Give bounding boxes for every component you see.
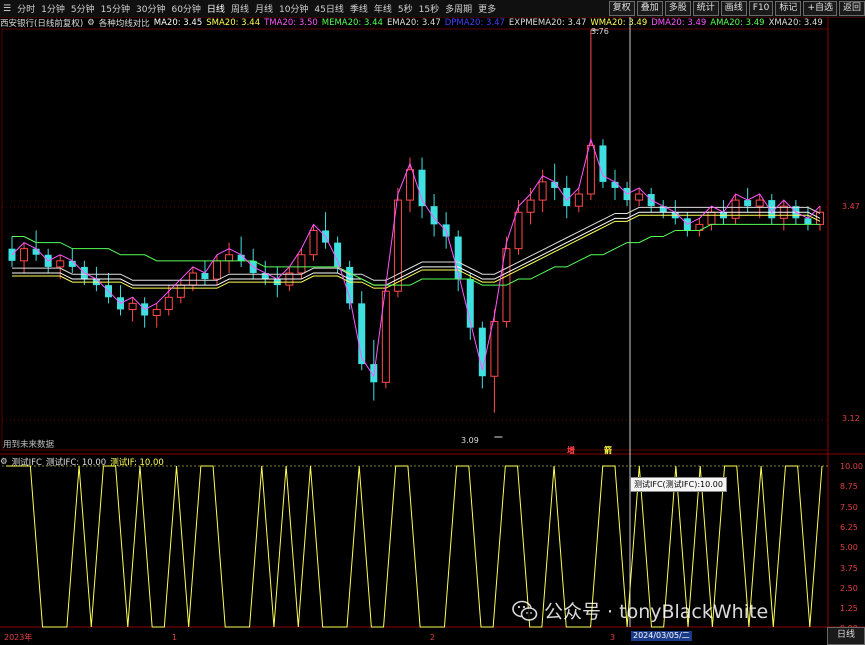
chart-canvas[interactable]: 2023年 1 2 3 <box>0 0 865 644</box>
candle-body-14 <box>176 284 185 298</box>
min-price-label: 3.09 <box>461 436 479 445</box>
sub-axis-label-2: 7.50 <box>840 502 858 512</box>
sub-axis-label-7: 1.25 <box>840 604 858 614</box>
watermark: 公众号 · tonyBlackWhite <box>512 597 768 624</box>
sub-axis-label-3: 6.25 <box>840 522 858 532</box>
candle-body-27 <box>334 242 342 267</box>
sub-settings-icon[interactable]: ⚙ <box>0 457 8 467</box>
candle-body-33 <box>405 169 414 201</box>
time-label-2: 2 <box>430 633 435 642</box>
mema20-line <box>12 223 820 286</box>
candle-body-15 <box>188 272 197 286</box>
sub-axis-label-0: 10.00 <box>840 462 863 471</box>
sub-axis-label-1: 8.75 <box>840 482 858 492</box>
sub-axis-label-6: 2.50 <box>840 583 858 593</box>
dma20-line <box>11 137 821 378</box>
candle-body-44 <box>538 181 547 201</box>
max-price-label: 3.76 <box>591 27 609 36</box>
sub-indicator-name[interactable]: 测试IFC <box>12 456 42 468</box>
candle-body-47 <box>574 193 583 207</box>
sell-signal: 箭 <box>604 446 612 455</box>
indicator-tooltip: 测试IFC(测试IFC):10.00 <box>630 477 727 492</box>
time-label-3: 3 <box>610 633 615 642</box>
candle-body-58 <box>707 211 716 225</box>
candle-body-29 <box>358 303 366 365</box>
ma20-line <box>12 211 821 286</box>
future-data-note: 用到未来数据 <box>3 440 55 450</box>
candle-body-25 <box>309 229 318 256</box>
candle-body-52 <box>635 193 644 201</box>
time-label-0: 2023年 <box>4 632 32 642</box>
candle-body-66 <box>804 218 812 225</box>
selected-date: 2024/03/05/二 <box>631 631 692 641</box>
watermark-text: 公众号 · tonyBlackWhite <box>544 601 769 623</box>
time-label-1: 1 <box>172 633 177 642</box>
candle-body-12 <box>152 308 161 317</box>
sub-legend: ⚙ 测试IFC 测试IFC: 10.00 测试IF: 10.00 <box>0 456 168 468</box>
main-panel-frame <box>1 28 829 451</box>
sub-legend-items: 测试IFC: 10.00 测试IF: 10.00 <box>46 456 168 468</box>
wechat-icon <box>512 600 538 621</box>
sub-axis-label-4: 5.00 <box>840 543 858 553</box>
candle-body-49 <box>599 145 607 182</box>
candle-body-18 <box>225 254 234 262</box>
candle-body-13 <box>164 296 173 310</box>
candle-body-61 <box>744 200 752 207</box>
price-axis-label-lower: 3.12 <box>842 414 860 423</box>
candle-body-10 <box>128 302 137 310</box>
candle-body-62 <box>755 199 764 207</box>
day-line-button[interactable]: 日线 <box>827 627 865 645</box>
price-axis-label-upper: 3.47 <box>842 202 860 211</box>
sub-legend-item-0: 测试IFC: 10.00 <box>45 457 107 468</box>
candle-body-24 <box>297 254 306 274</box>
candle-body-4 <box>56 260 65 268</box>
candle-body-17 <box>213 260 222 280</box>
sub-legend-item-1: 测试IF: 10.00 <box>110 457 164 468</box>
candle-body-43 <box>526 199 535 213</box>
candle-body-40 <box>490 321 499 377</box>
candle-body-16 <box>201 272 209 280</box>
candle-body-48 <box>586 144 595 195</box>
sub-axis-label-5: 3.75 <box>840 563 858 573</box>
candle-body-42 <box>514 211 523 250</box>
candle-body-1 <box>20 248 29 262</box>
buy-signal: 增 <box>567 446 575 455</box>
